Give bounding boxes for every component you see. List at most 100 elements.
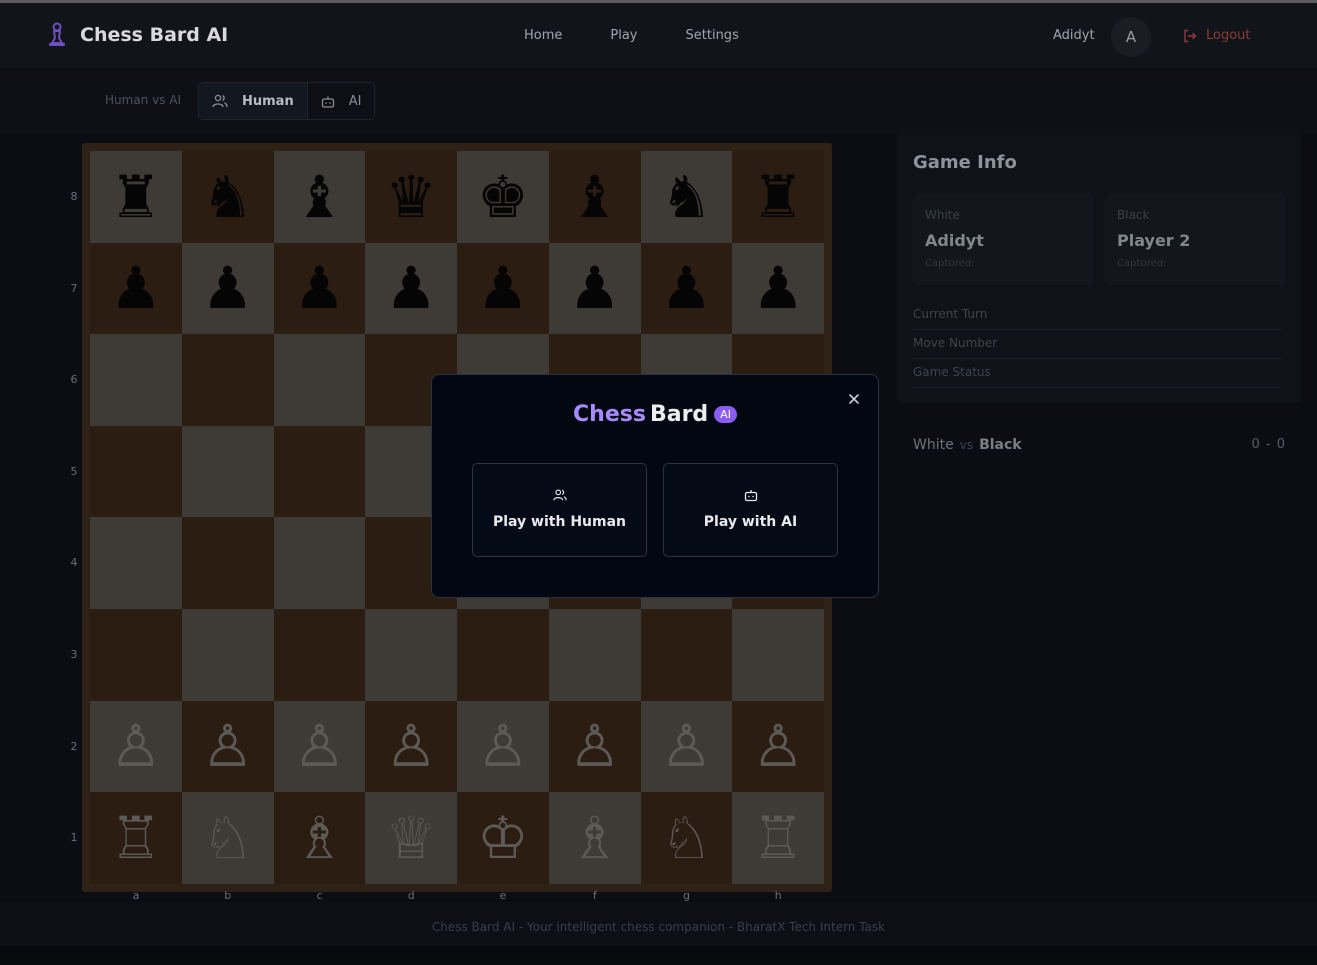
square-g1[interactable]: ♘ [640, 792, 733, 884]
square-b7[interactable]: ♟ [181, 242, 274, 335]
chess-piece[interactable]: ♙ [385, 717, 437, 775]
square-d7[interactable]: ♟ [365, 242, 457, 335]
chess-piece[interactable]: ♗ [293, 809, 345, 867]
chess-piece[interactable]: ♙ [293, 717, 345, 775]
chess-piece[interactable]: ♔ [477, 809, 529, 867]
score-value: 0 - 0 [1251, 437, 1286, 452]
square-d3[interactable] [365, 608, 457, 701]
square-a8[interactable]: ♜ [90, 151, 182, 243]
chess-piece[interactable]: ♝ [569, 168, 621, 226]
mode-human-button[interactable]: Human [199, 83, 307, 119]
square-c1[interactable]: ♗ [273, 792, 366, 884]
chess-piece[interactable]: ♟ [293, 259, 345, 317]
chess-piece[interactable]: ♟ [385, 259, 437, 317]
square-a2[interactable]: ♙ [90, 700, 182, 793]
square-h3[interactable] [732, 608, 824, 701]
users-icon [553, 489, 567, 501]
square-d8[interactable]: ♛ [365, 151, 457, 243]
square-h8[interactable]: ♜ [732, 151, 824, 243]
mode-ai-button[interactable]: AI [306, 83, 375, 119]
chess-piece[interactable]: ♜ [110, 168, 162, 226]
square-d1[interactable]: ♕ [365, 792, 457, 884]
nav-settings[interactable]: Settings [686, 28, 739, 43]
chess-piece[interactable]: ♗ [569, 809, 621, 867]
chess-piece[interactable]: ♙ [569, 717, 621, 775]
square-b6[interactable] [181, 334, 274, 426]
square-h7[interactable]: ♟ [732, 242, 824, 335]
square-g3[interactable] [640, 608, 733, 701]
square-h1[interactable]: ♖ [732, 792, 824, 884]
chess-piece[interactable]: ♝ [293, 168, 345, 226]
chess-piece[interactable]: ♙ [477, 717, 529, 775]
square-e1[interactable]: ♔ [457, 792, 549, 884]
square-e2[interactable]: ♙ [457, 700, 549, 793]
chess-piece[interactable]: ♞ [660, 168, 712, 226]
play-with-ai-button[interactable]: Play with AI [663, 463, 838, 557]
square-b2[interactable]: ♙ [181, 700, 274, 793]
avatar[interactable]: A [1111, 17, 1151, 57]
square-e8[interactable]: ♚ [457, 151, 549, 243]
square-c8[interactable]: ♝ [273, 151, 366, 243]
square-f3[interactable] [548, 608, 641, 701]
square-f2[interactable]: ♙ [548, 700, 641, 793]
square-b3[interactable] [181, 608, 274, 701]
chess-piece[interactable]: ♖ [752, 809, 804, 867]
square-b5[interactable] [181, 425, 274, 518]
nav-play[interactable]: Play [610, 28, 637, 43]
info-row-current-turn: Current Turn [913, 301, 1281, 330]
square-c5[interactable] [273, 425, 366, 518]
brand-title: Chess Bard AI [80, 24, 229, 46]
square-c6[interactable] [273, 334, 366, 426]
square-a7[interactable]: ♟ [90, 242, 182, 335]
chess-piece[interactable]: ♚ [477, 168, 529, 226]
chess-piece[interactable]: ♙ [660, 717, 712, 775]
chess-piece[interactable]: ♕ [385, 809, 437, 867]
chess-piece[interactable]: ♟ [752, 259, 804, 317]
square-h2[interactable]: ♙ [732, 700, 824, 793]
square-g2[interactable]: ♙ [640, 700, 733, 793]
square-b8[interactable]: ♞ [181, 151, 274, 243]
chess-piece[interactable]: ♟ [202, 259, 254, 317]
square-e7[interactable]: ♟ [457, 242, 549, 335]
logout-icon [1184, 29, 1197, 42]
chess-piece[interactable]: ♛ [385, 168, 437, 226]
chess-piece[interactable]: ♟ [569, 259, 621, 317]
users-icon [212, 94, 228, 108]
square-f8[interactable]: ♝ [548, 151, 641, 243]
square-a5[interactable] [90, 425, 182, 518]
file-label: b [224, 889, 232, 902]
square-f1[interactable]: ♗ [548, 792, 641, 884]
square-d2[interactable]: ♙ [365, 700, 457, 793]
chess-piece[interactable]: ♘ [202, 809, 254, 867]
square-a3[interactable] [90, 608, 182, 701]
chess-piece[interactable]: ♙ [110, 717, 162, 775]
chess-piece[interactable]: ♟ [477, 259, 529, 317]
square-g8[interactable]: ♞ [640, 151, 733, 243]
square-b1[interactable]: ♘ [181, 792, 274, 884]
close-icon[interactable] [846, 391, 862, 407]
square-a6[interactable] [90, 334, 182, 426]
chess-piece[interactable]: ♘ [660, 809, 712, 867]
modal-title-chess: Chess [573, 402, 646, 427]
chess-piece[interactable]: ♙ [202, 717, 254, 775]
square-a4[interactable] [90, 517, 182, 609]
square-b4[interactable] [181, 517, 274, 609]
square-g7[interactable]: ♟ [640, 242, 733, 335]
square-e3[interactable] [457, 608, 549, 701]
square-c7[interactable]: ♟ [273, 242, 366, 335]
square-c2[interactable]: ♙ [273, 700, 366, 793]
logout-button[interactable]: Logout [1183, 28, 1251, 43]
chess-piece[interactable]: ♟ [660, 259, 712, 317]
nav-home[interactable]: Home [524, 28, 562, 43]
square-f7[interactable]: ♟ [548, 242, 641, 335]
chess-piece[interactable]: ♙ [752, 717, 804, 775]
chess-piece[interactable]: ♟ [110, 259, 162, 317]
square-c4[interactable] [273, 517, 366, 609]
chess-piece[interactable]: ♞ [202, 168, 254, 226]
square-c3[interactable] [273, 608, 366, 701]
square-a1[interactable]: ♖ [90, 792, 182, 884]
brand[interactable]: Chess Bard AI [46, 22, 228, 48]
chess-piece[interactable]: ♖ [110, 809, 162, 867]
play-with-human-button[interactable]: Play with Human [472, 463, 647, 557]
chess-piece[interactable]: ♜ [752, 168, 804, 226]
